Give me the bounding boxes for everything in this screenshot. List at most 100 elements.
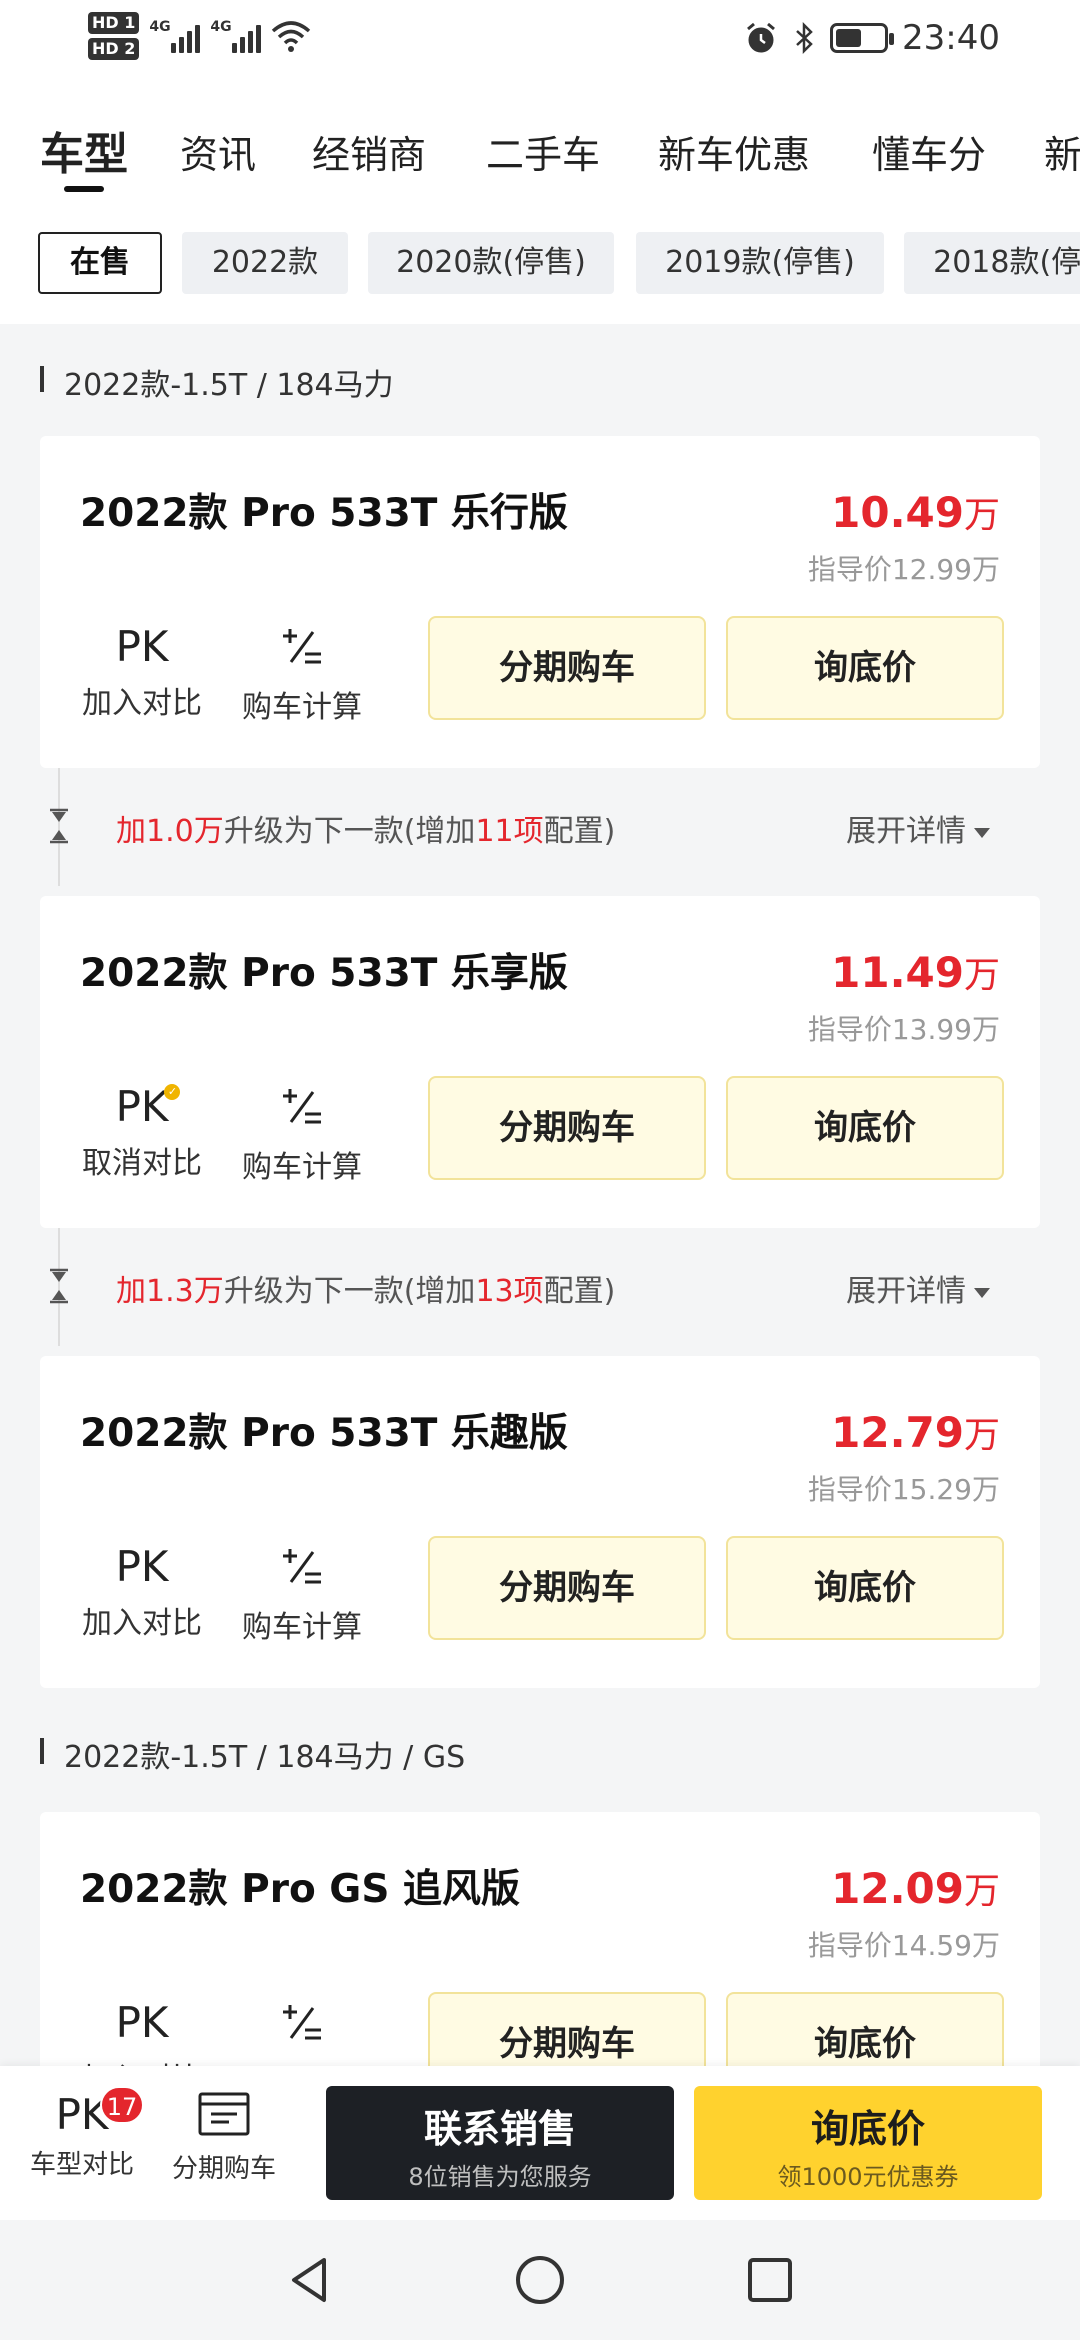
inquire-price-button[interactable]: 询底价 xyxy=(726,616,1004,720)
tab-news[interactable]: 资讯 xyxy=(180,124,256,179)
bluetooth-icon xyxy=(796,21,813,55)
car-name: 2022款 Pro 533T 乐享版 xyxy=(80,951,568,996)
model-list: 2022款-1.5T / 184马力 2022款 Pro 533T 乐行版 10… xyxy=(0,324,1080,2066)
calculator-icon xyxy=(283,629,321,664)
tab-new-car-deals[interactable]: 新车优惠 xyxy=(658,124,810,179)
expand-details-link[interactable]: 展开详情 xyxy=(846,1266,990,1310)
calculator-label: 购车计算 xyxy=(242,1610,362,1645)
network-type-2: 4G xyxy=(210,19,232,35)
battery-icon xyxy=(830,23,895,53)
inquire-price-button[interactable]: 询底价 xyxy=(726,1536,1004,1640)
purchase-calculator[interactable]: 购车计算 xyxy=(240,1998,364,2066)
pk-icon: PK xyxy=(115,622,169,671)
status-right: 23:40 xyxy=(744,18,1000,58)
tab-car-score[interactable]: 懂车分 xyxy=(872,124,986,179)
compare-label: 加入对比 xyxy=(82,1606,202,1641)
recents-icon[interactable] xyxy=(742,2252,798,2308)
guide-price: 指导价15.29万 xyxy=(807,1473,1000,1506)
checked-badge-icon: ✓ xyxy=(164,1084,181,1100)
installment-nav-button[interactable]: 分期购车 xyxy=(154,2090,294,2185)
car-name: 2022款 Pro 533T 乐趣版 xyxy=(80,1411,568,1456)
hd-indicators: HD 1 HD 2 xyxy=(88,12,140,60)
tab-models[interactable]: 车型 xyxy=(40,118,128,182)
calculator-label: 购车计算 xyxy=(242,690,362,725)
upgrade-hint: 加1.0万升级为下一款(增加11项配置) 展开详情 xyxy=(40,768,1040,886)
filter-on-sale[interactable]: 在售 xyxy=(38,232,162,294)
pk-icon: PK ✓ xyxy=(116,1082,181,1132)
hd2-indicator: HD 2 xyxy=(88,38,140,60)
car-card[interactable]: 2022款 Pro 533T 乐行版 10.49万 指导价12.99万 PK 加… xyxy=(40,436,1040,768)
installment-button[interactable]: 分期购车 xyxy=(428,1992,706,2066)
car-card[interactable]: 2022款 Pro GS 追风版 12.09万 指导价14.59万 PK 加入对… xyxy=(40,1812,1040,2066)
filter-2022[interactable]: 2022款 xyxy=(182,232,348,294)
calculator-icon xyxy=(283,1089,321,1124)
compare-toggle[interactable]: PK ✓ 取消对比 xyxy=(80,1082,204,1182)
upgrade-arrows-icon xyxy=(50,808,68,844)
back-icon[interactable] xyxy=(282,2252,338,2308)
compare-toggle[interactable]: PK 加入对比 xyxy=(80,1998,204,2066)
year-filter-bar: 在售 2022款 2020款(停售) 2019款(停售) 2018款(停售) xyxy=(0,200,1080,324)
purchase-calculator[interactable]: 购车计算 xyxy=(240,1082,364,1186)
upgrade-text: 加1.3万升级为下一款(增加13项配置) xyxy=(116,1274,616,1309)
compare-toggle[interactable]: PK 加入对比 xyxy=(80,1542,204,1642)
guide-price: 指导价13.99万 xyxy=(807,1013,1000,1046)
calculator-label: 购车计算 xyxy=(240,2058,364,2066)
calculator-label: 购车计算 xyxy=(242,1150,362,1185)
contact-sales-button[interactable]: 联系销售 8位销售为您服务 xyxy=(326,2086,674,2200)
installment-icon xyxy=(198,2092,250,2136)
active-tab-indicator xyxy=(64,186,104,192)
upgrade-hint: 加1.3万升级为下一款(增加13项配置) 展开详情 xyxy=(40,1228,1040,1346)
purchase-calculator[interactable]: 购车计算 xyxy=(240,622,364,726)
battery-fill xyxy=(836,29,862,47)
filter-2019[interactable]: 2019款(停售) xyxy=(636,232,884,294)
model-compare-button[interactable]: PK 17 车型对比 xyxy=(12,2086,152,2181)
home-icon[interactable] xyxy=(512,2252,568,2308)
signal-2-icon: 4G xyxy=(210,19,262,53)
section-title: 2022款-1.5T / 184马力 xyxy=(40,360,394,404)
status-left: HD 1 HD 2 4G 4G xyxy=(88,12,311,60)
car-card[interactable]: 2022款 Pro 533T 乐享版 11.49万 指导价13.99万 PK ✓ … xyxy=(40,896,1040,1228)
upgrade-text: 加1.0万升级为下一款(增加11项配置) xyxy=(116,814,616,849)
tab-more[interactable]: 新 xyxy=(1044,124,1080,179)
installment-button[interactable]: 分期购车 xyxy=(428,616,706,720)
car-card[interactable]: 2022款 Pro 533T 乐趣版 12.79万 指导价15.29万 PK 加… xyxy=(40,1356,1040,1688)
alarm-icon xyxy=(747,22,775,53)
pk-icon: PK xyxy=(115,1542,169,1591)
top-nav: 车型 资讯 经销商 二手车 新车优惠 懂车分 新 xyxy=(0,86,1080,200)
installment-button[interactable]: 分期购车 xyxy=(428,1536,706,1640)
car-price: 10.49万 xyxy=(831,488,1000,537)
filter-2018[interactable]: 2018款(停售) xyxy=(904,232,1080,294)
ask-subtitle: 领1000元优惠券 xyxy=(777,2163,959,2191)
filter-2020[interactable]: 2020款(停售) xyxy=(368,232,614,294)
compare-label: 车型对比 xyxy=(29,2150,134,2180)
installment-button[interactable]: 分期购车 xyxy=(428,1076,706,1180)
guide-price: 指导价14.59万 xyxy=(807,1929,1000,1962)
section-title: 2022款-1.5T / 184马力 / GS xyxy=(40,1732,465,1776)
purchase-calculator[interactable]: 购车计算 xyxy=(240,1542,364,1646)
tab-used-cars[interactable]: 二手车 xyxy=(486,124,600,179)
compare-label: 加入对比 xyxy=(82,686,202,721)
inquire-price-button[interactable]: 询底价 xyxy=(726,1992,1004,2066)
expand-details-link[interactable]: 展开详情 xyxy=(846,806,990,850)
tab-dealers[interactable]: 经销商 xyxy=(312,124,426,179)
car-name: 2022款 Pro 533T 乐行版 xyxy=(80,491,568,536)
ask-price-button[interactable]: 询底价 领1000元优惠券 xyxy=(694,2086,1042,2200)
calculator-icon xyxy=(283,2005,321,2040)
status-bar: HD 1 HD 2 4G 4G 23:40 xyxy=(0,0,1080,86)
upgrade-arrows-icon xyxy=(50,1268,68,1304)
caret-down-icon xyxy=(974,1287,990,1298)
bottom-action-bar: PK 17 车型对比 分期购车 联系销售 8位销售为您服务 询底价 领1000元… xyxy=(0,2066,1080,2220)
compare-toggle[interactable]: PK 加入对比 xyxy=(80,622,204,722)
compare-count-badge: 17 xyxy=(100,2086,144,2124)
network-type-1: 4G xyxy=(149,19,171,35)
installment-label: 分期购车 xyxy=(171,2154,276,2184)
system-nav-bar xyxy=(0,2220,1080,2340)
car-price: 12.79万 xyxy=(831,1408,1000,1457)
caret-down-icon xyxy=(974,827,990,838)
hd1-indicator: HD 1 xyxy=(88,12,140,34)
contact-subtitle: 8位销售为您服务 xyxy=(408,2163,592,2191)
inquire-price-button[interactable]: 询底价 xyxy=(726,1076,1004,1180)
car-price: 12.09万 xyxy=(831,1864,1000,1913)
pk-icon: PK xyxy=(115,1998,169,2047)
contact-title: 联系销售 xyxy=(423,2107,576,2151)
